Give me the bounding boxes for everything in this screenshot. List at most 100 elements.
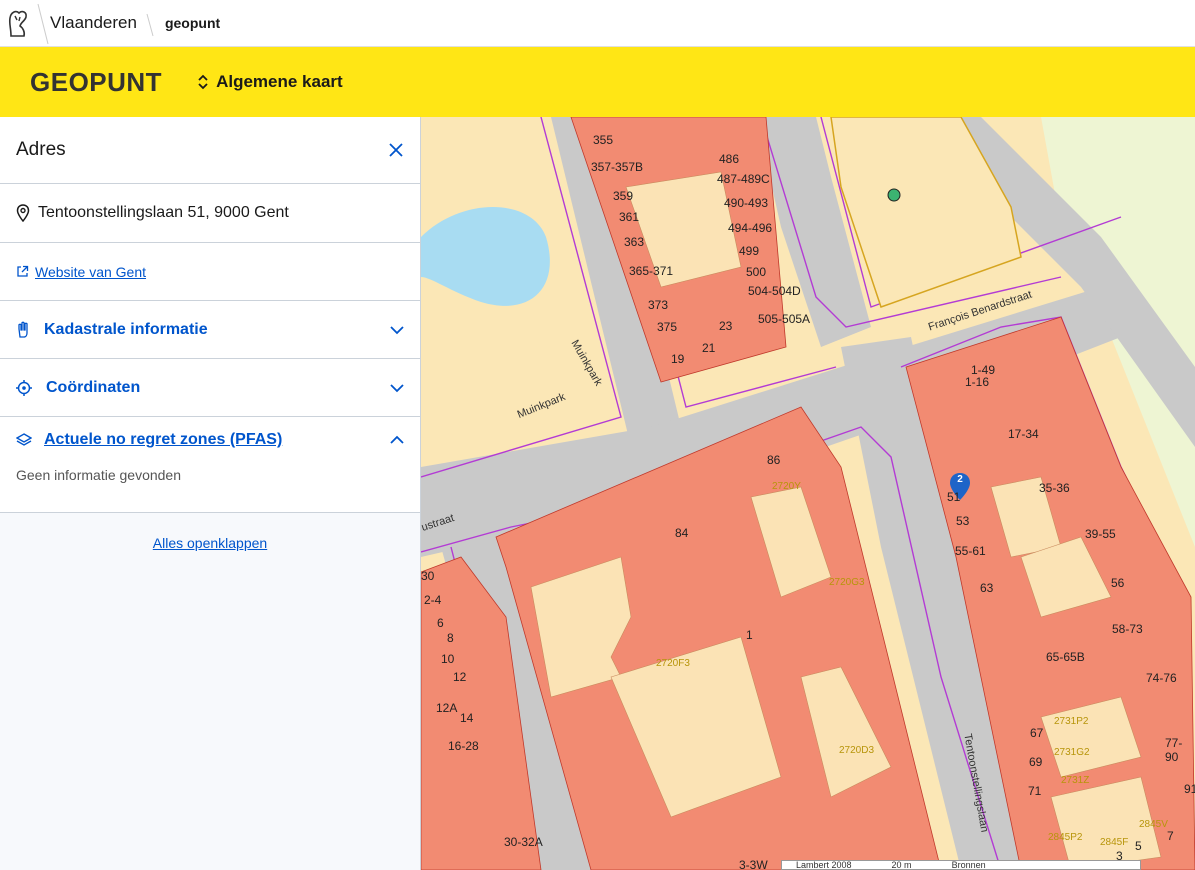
chevron-down-icon: [390, 383, 404, 392]
parcel-label: 359: [613, 189, 634, 203]
parcel-label: 505-505A: [758, 312, 811, 326]
accordion-coordinaten[interactable]: Coördinaten: [0, 359, 420, 417]
pfas-body-text: Geen informatie gevonden: [16, 467, 181, 483]
accordion-pfas: Actuele no regret zones (PFAS) Geen info…: [0, 417, 420, 513]
section-label: 2720Y: [772, 481, 801, 492]
parcel-label: 91: [1184, 782, 1195, 796]
location-pin-icon: [16, 204, 30, 222]
expand-all-container: Alles openklappen: [0, 535, 420, 553]
app-title[interactable]: GEOPUNT: [30, 67, 162, 98]
parcel-label: 16-28: [448, 739, 479, 753]
parcel-label: 355: [593, 133, 614, 147]
section-label: 2845V: [1139, 819, 1168, 830]
parcel-label: 53: [956, 514, 970, 528]
layers-icon: [16, 433, 32, 446]
projection-label: Lambert 2008: [796, 860, 852, 870]
parcel-label: 71: [1028, 784, 1042, 798]
section-label: 2845F: [1100, 837, 1129, 848]
panel-title: Adres: [16, 139, 66, 160]
accordion-pfas-header[interactable]: Actuele no regret zones (PFAS): [16, 431, 404, 449]
divider: [146, 13, 154, 36]
section-label: 2731G2: [1054, 747, 1090, 758]
map-canvas[interactable]: Muinkpark Muinkpark François Benardstraa…: [421, 117, 1195, 870]
section-label: 2845P2: [1048, 832, 1083, 843]
parcel-label: 363: [624, 235, 645, 249]
section-label: 2720G3: [829, 577, 865, 588]
parcel-label: 10: [441, 652, 455, 666]
parcel-label: 21: [702, 341, 716, 355]
parcel-label: 69: [1029, 755, 1043, 769]
parcel-label: 14: [460, 711, 474, 725]
section-label: 2731Z: [1061, 775, 1090, 786]
sort-arrows-icon: [198, 74, 208, 90]
marker-number: 2: [957, 474, 963, 485]
map-switch-label: Algemene kaart: [216, 72, 343, 91]
parcel-label: 17-34: [1008, 427, 1039, 441]
chevron-down-icon: [390, 325, 404, 334]
parcel-label: 8: [447, 631, 454, 645]
section-label: 2720F3: [656, 658, 690, 669]
pond: [421, 207, 550, 306]
map-switch-button[interactable]: Algemene kaart: [196, 72, 343, 92]
accordion-label: Actuele no regret zones (PFAS): [44, 431, 283, 448]
parcel-label: 2-4: [424, 593, 442, 607]
brand-vlaanderen[interactable]: Vlaanderen: [50, 13, 137, 33]
accordion-label: Coördinaten: [46, 378, 141, 396]
parcel-label: 77-90: [1165, 736, 1183, 764]
scale-length: 20 m: [891, 860, 912, 870]
parcel-label: 19: [671, 352, 685, 366]
divider: [37, 3, 49, 44]
parcel-label: 56: [1111, 576, 1125, 590]
crosshair-icon: [16, 379, 32, 396]
parcel-label: 39-55: [1085, 527, 1116, 541]
panel-header: Adres: [0, 117, 420, 184]
parcel-label: 6: [437, 616, 444, 630]
app-bar: GEOPUNT Algemene kaart: [0, 47, 1195, 117]
parcel-label: 30-32A: [504, 835, 543, 849]
parcel-label: 84: [675, 526, 689, 540]
parcel-label: 365-371: [629, 264, 674, 278]
parcel-label: 5: [1135, 839, 1142, 853]
parcel-label: 490-493: [724, 196, 769, 210]
sources-link[interactable]: Bronnen: [952, 860, 986, 870]
chevron-up-icon: [390, 435, 404, 444]
parcel-label: 86: [767, 453, 781, 467]
parcel-label: 1-16: [965, 375, 990, 389]
parcel-label: 499: [739, 244, 760, 258]
website-link[interactable]: Website van Gent: [35, 264, 146, 280]
info-panel: Adres Tentoonstellingslaan 51, 9000 Gent…: [0, 117, 421, 870]
parcel-label: 361: [619, 210, 640, 224]
parcel-label: 500: [746, 265, 767, 279]
parcel-label: 1: [746, 628, 753, 642]
flanders-lion-logo[interactable]: [0, 0, 36, 47]
parcel-label: 67: [1030, 726, 1044, 740]
parcel-label: 30: [421, 569, 435, 583]
parcel-label: 65-65B: [1046, 650, 1085, 664]
external-link-icon: [17, 265, 29, 277]
section-label: 2720D3: [839, 745, 875, 756]
parcel-label: 23: [719, 319, 733, 333]
accordion-label: Kadastrale informatie: [44, 320, 208, 338]
monument-icon: [887, 188, 901, 202]
parcel-label: 487-489C: [717, 172, 770, 186]
parcel-label: 486: [719, 152, 740, 166]
parcel-label: 494-496: [728, 221, 773, 235]
close-icon[interactable]: [388, 142, 404, 158]
parcel-label: 58-73: [1112, 622, 1143, 636]
parcel-label: 373: [648, 298, 669, 312]
parcel-label: 12A: [436, 701, 458, 715]
parcel-label: 51: [947, 490, 961, 504]
top-bar: Vlaanderen geopunt: [0, 0, 1195, 47]
parcel-label: 12: [453, 670, 467, 684]
parcel-label: 357-357B: [591, 160, 644, 174]
parcel-label: 375: [657, 320, 678, 334]
hand-icon: [18, 321, 28, 338]
breadcrumb-geopunt[interactable]: geopunt: [165, 15, 220, 31]
expand-all-link[interactable]: Alles openklappen: [153, 535, 267, 551]
website-row: Website van Gent: [0, 243, 420, 301]
parcel-label: 504-504D: [748, 284, 801, 298]
parcel-label: 74-76: [1146, 671, 1177, 685]
accordion-kadastrale[interactable]: Kadastrale informatie: [0, 301, 420, 359]
address-text: Tentoonstellingslaan 51, 9000 Gent: [38, 204, 289, 221]
parcel-label: 55-61: [955, 544, 986, 558]
